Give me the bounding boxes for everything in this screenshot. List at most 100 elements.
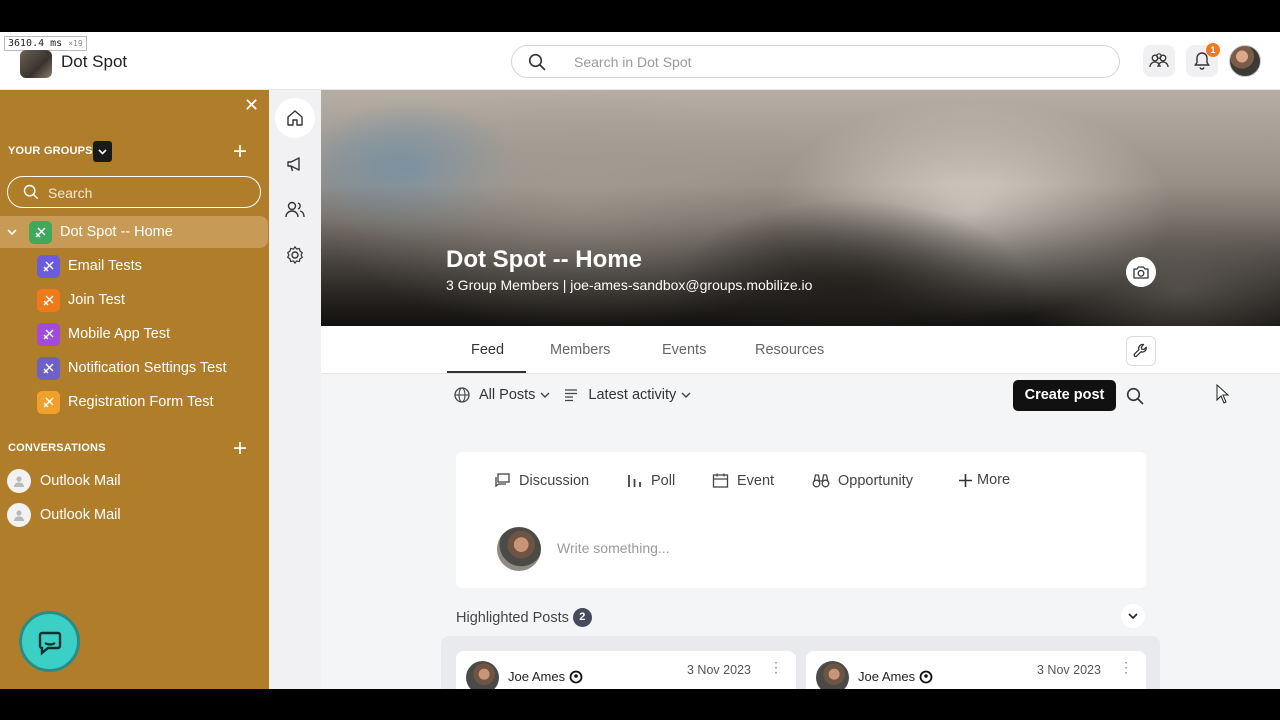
sidebar-group-dot-spot-home[interactable]: Dot Spot -- Home [0, 216, 268, 248]
your-groups-header: YOUR GROUPS [8, 145, 93, 157]
top-bar: 3610.4 ms ×19 Dot Spot Search in Dot Spo… [0, 32, 1280, 90]
post-author: Joe Ames [858, 669, 933, 684]
calendar-icon [712, 473, 729, 488]
post-date: 3 Nov 2023 [687, 663, 751, 677]
sidebar-group-join-test[interactable]: Join Test [37, 284, 125, 316]
people-icon [1149, 53, 1169, 68]
sort-label: Latest activity [588, 387, 677, 403]
home-nav-button[interactable] [275, 98, 315, 138]
group-icon [37, 356, 60, 380]
groups-dropdown-button[interactable] [93, 141, 112, 162]
chevron-down-icon[interactable] [6, 226, 18, 238]
post-type-discussion[interactable]: Discussion [494, 472, 589, 489]
search-icon [23, 184, 39, 200]
sidebar-group-label: Email Tests [68, 258, 142, 274]
announcements-nav-button[interactable] [275, 144, 315, 184]
sidebar-group-label: Registration Form Test [68, 394, 214, 410]
create-post-button[interactable]: Create post [1013, 380, 1116, 411]
groups-sidebar: ✕ YOUR GROUPS + Search Dot Spot -- Home … [0, 90, 269, 689]
author-avatar [816, 661, 849, 689]
chevron-down-icon [1128, 613, 1138, 620]
conversations-header: CONVERSATIONS [8, 442, 106, 454]
group-icon [37, 322, 60, 346]
active-tab-indicator [447, 371, 526, 373]
sidebar-group-label: Dot Spot -- Home [60, 224, 173, 240]
conversation-item[interactable]: Outlook Mail [7, 501, 121, 529]
feed-filters: All Posts Latest activity [453, 386, 692, 404]
help-chat-button[interactable] [19, 611, 80, 672]
tab-events[interactable]: Events [662, 342, 706, 358]
admin-badge-icon [919, 670, 933, 683]
search-icon [528, 53, 546, 71]
members-nav-button[interactable] [275, 189, 315, 229]
highlighted-posts-header: Highlighted Posts 2 [456, 608, 592, 627]
post-composer: Discussion Poll Event Opportunity More W… [456, 452, 1146, 588]
groups-button[interactable] [1143, 45, 1175, 77]
sort-dropdown[interactable]: Latest activity [563, 387, 692, 403]
chevron-down-icon [540, 392, 550, 398]
add-conversation-button[interactable]: + [233, 437, 247, 461]
brand-name[interactable]: Dot Spot [61, 52, 127, 72]
user-avatar[interactable] [1229, 45, 1261, 77]
settings-nav-button[interactable] [275, 235, 315, 275]
all-posts-dropdown[interactable]: All Posts [453, 386, 551, 404]
icon-rail [269, 90, 321, 689]
binoculars-icon [812, 474, 830, 488]
sidebar-group-mobile-app-test[interactable]: Mobile App Test [37, 318, 170, 350]
gear-icon [287, 246, 303, 264]
group-search-input[interactable]: Search [7, 176, 261, 208]
mouse-cursor-icon [1216, 384, 1230, 404]
highlighted-post-card[interactable]: Joe Ames 3 Nov 2023 ⋮ [456, 651, 796, 689]
tab-feed[interactable]: Feed [471, 342, 504, 358]
group-subtitle: 3 Group Members | joe-ames-sandbox@group… [446, 277, 813, 293]
post-menu-icon[interactable]: ⋮ [769, 660, 783, 674]
tab-members[interactable]: Members [550, 342, 610, 358]
sidebar-group-label: Join Test [68, 292, 125, 308]
highlighted-post-card[interactable]: Joe Ames 3 Nov 2023 ⋮ [806, 651, 1146, 689]
change-cover-button[interactable] [1126, 257, 1156, 287]
sidebar-group-email-tests[interactable]: Email Tests [37, 250, 142, 282]
post-type-more[interactable]: More [958, 472, 1010, 488]
close-sidebar-icon[interactable]: ✕ [244, 95, 259, 116]
add-group-button[interactable]: + [233, 140, 247, 164]
post-menu-icon[interactable]: ⋮ [1119, 660, 1133, 674]
tab-resources[interactable]: Resources [755, 342, 824, 358]
group-icon [37, 254, 60, 278]
person-icon [7, 503, 31, 527]
post-type-label: Poll [651, 472, 676, 489]
debug-mult: ×19 [68, 39, 83, 48]
discussion-icon [495, 473, 510, 488]
chevron-down-icon [681, 392, 691, 398]
group-icon [37, 390, 60, 414]
group-icon [29, 220, 52, 244]
debug-time: 3610.4 ms [8, 38, 63, 49]
post-type-label: Discussion [519, 472, 590, 489]
group-cover-image: Dot Spot -- Home 3 Group Members | joe-a… [321, 90, 1280, 326]
sidebar-group-registration-form-test[interactable]: Registration Form Test [37, 386, 214, 418]
post-type-event[interactable]: Event [712, 472, 774, 489]
globe-icon [454, 387, 470, 403]
people-icon [285, 201, 305, 218]
conversation-label: Outlook Mail [40, 507, 121, 523]
megaphone-icon [287, 157, 300, 172]
camera-icon [1133, 266, 1149, 279]
sidebar-group-label: Notification Settings Test [68, 360, 227, 376]
post-type-label: Event [737, 472, 775, 489]
global-search-input[interactable]: Search in Dot Spot [511, 45, 1120, 78]
feed-search-button[interactable] [1126, 387, 1144, 410]
chevron-down-icon [98, 149, 107, 155]
post-author: Joe Ames [508, 669, 583, 684]
post-type-label: Opportunity [838, 472, 913, 489]
group-tools-button[interactable] [1126, 336, 1156, 366]
author-avatar [466, 661, 499, 689]
conversation-item[interactable]: Outlook Mail [7, 467, 121, 495]
conversation-label: Outlook Mail [40, 473, 121, 489]
home-icon [287, 110, 303, 126]
write-something-input[interactable]: Write something... [557, 540, 670, 556]
collapse-highlighted-button[interactable] [1121, 604, 1145, 628]
post-type-poll[interactable]: Poll [626, 472, 675, 489]
sidebar-group-notification-settings-test[interactable]: Notification Settings Test [37, 352, 227, 384]
chat-help-icon [38, 631, 61, 656]
post-type-opportunity[interactable]: Opportunity [812, 472, 913, 489]
brand-logo[interactable] [20, 50, 52, 78]
